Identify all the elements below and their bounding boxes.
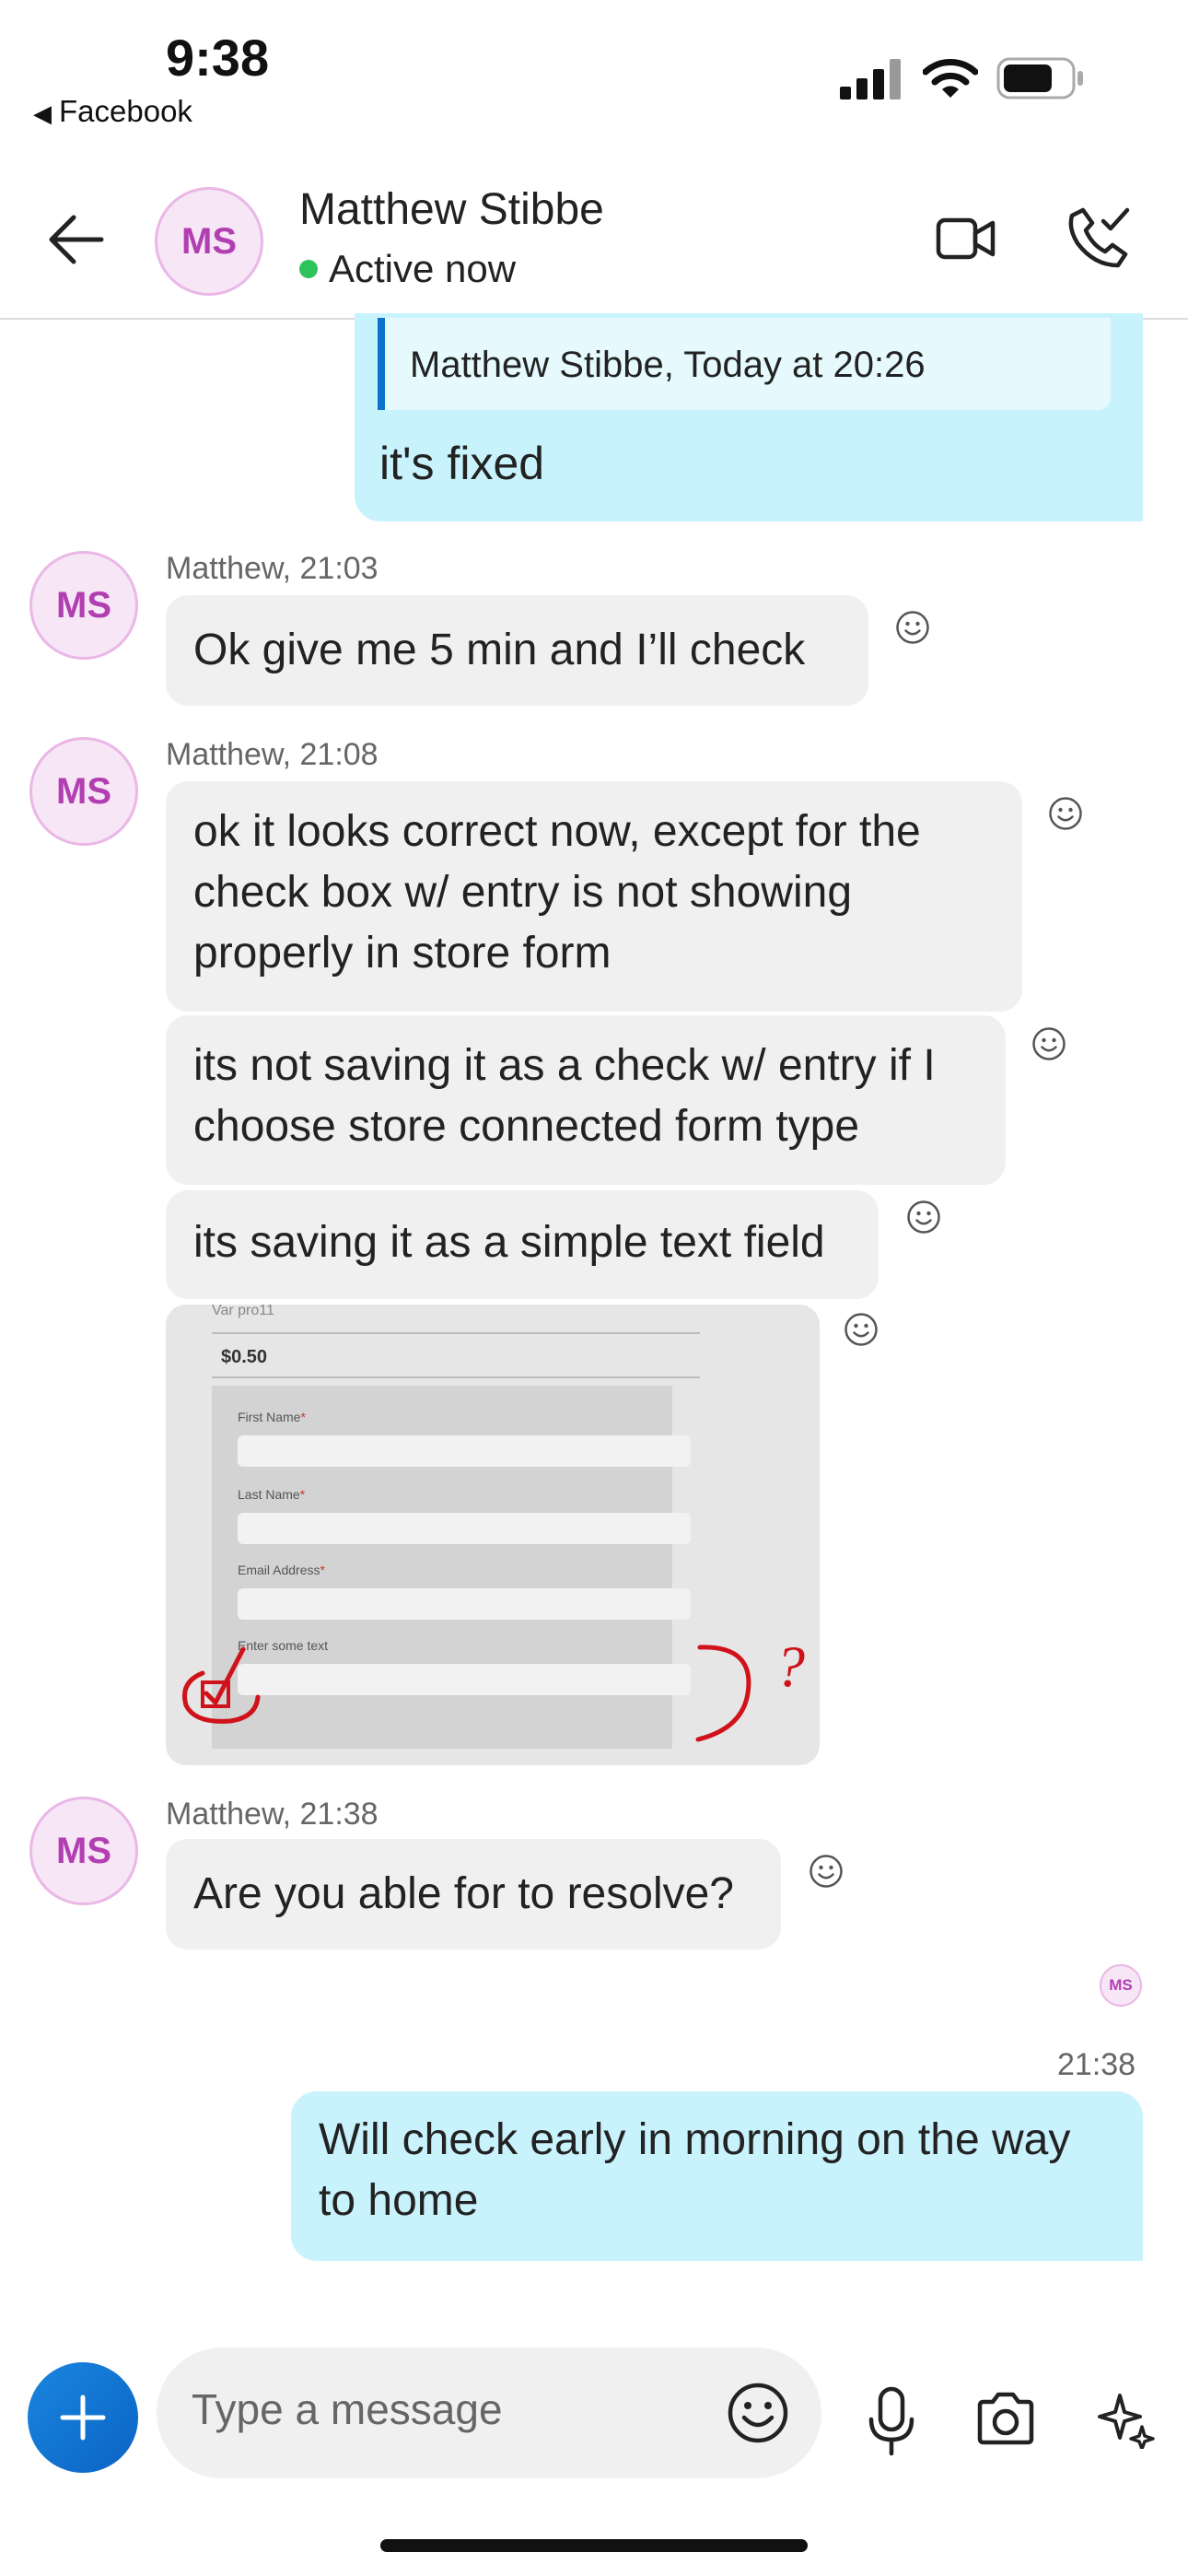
- message-text: Will check early in morning on the way t…: [319, 2115, 1071, 2225]
- incoming-message-bubble[interactable]: Are you able for to resolve?: [166, 1839, 781, 1950]
- add-reaction-icon[interactable]: [906, 1200, 941, 1235]
- back-to-app-link[interactable]: ◀ Facebook: [33, 94, 192, 129]
- message-composer[interactable]: Type a message: [157, 2348, 821, 2478]
- image-annotation-mark: ?: [775, 1633, 805, 1699]
- add-content-button[interactable]: [28, 2362, 138, 2473]
- incoming-message-bubble[interactable]: its saving it as a simple text field: [166, 1190, 879, 1299]
- incoming-message-bubble[interactable]: its not saving it as a check w/ entry if…: [166, 1015, 1006, 1185]
- avatar-initials: MS: [56, 584, 111, 626]
- video-call-icon[interactable]: [936, 215, 996, 263]
- avatar-initials: MS: [1109, 1976, 1133, 1994]
- message-meta: Matthew, 21:38: [166, 1797, 379, 1832]
- audio-call-icon[interactable]: [1066, 205, 1131, 271]
- cellular-signal-icon: [840, 59, 901, 100]
- image-price: $0.50: [221, 1347, 268, 1367]
- image-attachment[interactable]: Var pro11 $0.50 First Name* Last Name* E…: [166, 1305, 820, 1765]
- image-field-label: Email Address*: [238, 1563, 325, 1577]
- back-arrow-icon[interactable]: [48, 212, 105, 267]
- back-app-label: Facebook: [59, 94, 192, 128]
- home-indicator: [380, 2539, 808, 2552]
- avatar-initials: MS: [56, 770, 111, 812]
- avatar-initials: MS: [181, 220, 237, 262]
- incoming-message-bubble[interactable]: ok it looks correct now, except for the …: [166, 781, 1022, 1012]
- contact-avatar[interactable]: MS: [155, 187, 263, 296]
- battery-icon: [996, 57, 1083, 100]
- message-input[interactable]: Type a message: [192, 2384, 503, 2434]
- back-triangle-icon: ◀: [33, 100, 52, 127]
- message-text: its not saving it as a check w/ entry if…: [193, 1041, 936, 1151]
- image-field-box: [238, 1435, 691, 1467]
- add-reaction-icon[interactable]: [895, 610, 930, 645]
- message-text: it's fixed: [379, 438, 545, 489]
- message-meta: Matthew, 21:03: [166, 551, 379, 586]
- message-time: 21:38: [1057, 2047, 1136, 2082]
- image-divider: [212, 1376, 700, 1378]
- image-title: Var pro11: [212, 1305, 274, 1318]
- read-receipt-avatar: MS: [1100, 1964, 1142, 2007]
- message-text: its saving it as a simple text field: [193, 1218, 825, 1267]
- sender-avatar[interactable]: MS: [29, 737, 138, 846]
- sender-avatar[interactable]: MS: [29, 551, 138, 660]
- red-annotation-drawing: [182, 1645, 751, 1742]
- active-dot-icon: [299, 260, 318, 278]
- incoming-message-bubble[interactable]: Ok give me 5 min and I’ll check: [166, 595, 868, 706]
- image-divider: [212, 1332, 700, 1334]
- add-reaction-icon[interactable]: [1048, 796, 1083, 831]
- avatar-initials: MS: [56, 1830, 111, 1871]
- add-reaction-icon[interactable]: [1031, 1026, 1066, 1061]
- ai-sparkle-icon[interactable]: [1096, 2388, 1155, 2449]
- sender-avatar[interactable]: MS: [29, 1797, 138, 1905]
- image-field-label: Last Name*: [238, 1487, 306, 1502]
- image-field-label: First Name*: [238, 1410, 306, 1424]
- quote-meta: Matthew Stibbe, Today at 20:26: [410, 345, 926, 385]
- presence-status: Active now: [299, 247, 516, 291]
- plus-icon: [60, 2395, 106, 2441]
- wifi-icon: [923, 59, 978, 98]
- contact-name[interactable]: Matthew Stibbe: [299, 184, 604, 235]
- message-text: ok it looks correct now, except for the …: [193, 807, 921, 978]
- presence-label: Active now: [329, 247, 517, 290]
- camera-icon[interactable]: [976, 2391, 1035, 2446]
- status-time: 9:38: [166, 29, 270, 87]
- add-reaction-icon[interactable]: [809, 1854, 844, 1889]
- add-reaction-icon[interactable]: [844, 1312, 879, 1347]
- emoji-icon[interactable]: [726, 2381, 790, 2445]
- message-meta: Matthew, 21:08: [166, 737, 379, 772]
- outgoing-message-bubble[interactable]: Will check early in morning on the way t…: [291, 2091, 1143, 2261]
- message-text: Are you able for to resolve?: [193, 1869, 734, 1918]
- message-text: Ok give me 5 min and I’ll check: [193, 626, 806, 674]
- microphone-icon[interactable]: [866, 2386, 917, 2456]
- image-field-box: [238, 1513, 691, 1544]
